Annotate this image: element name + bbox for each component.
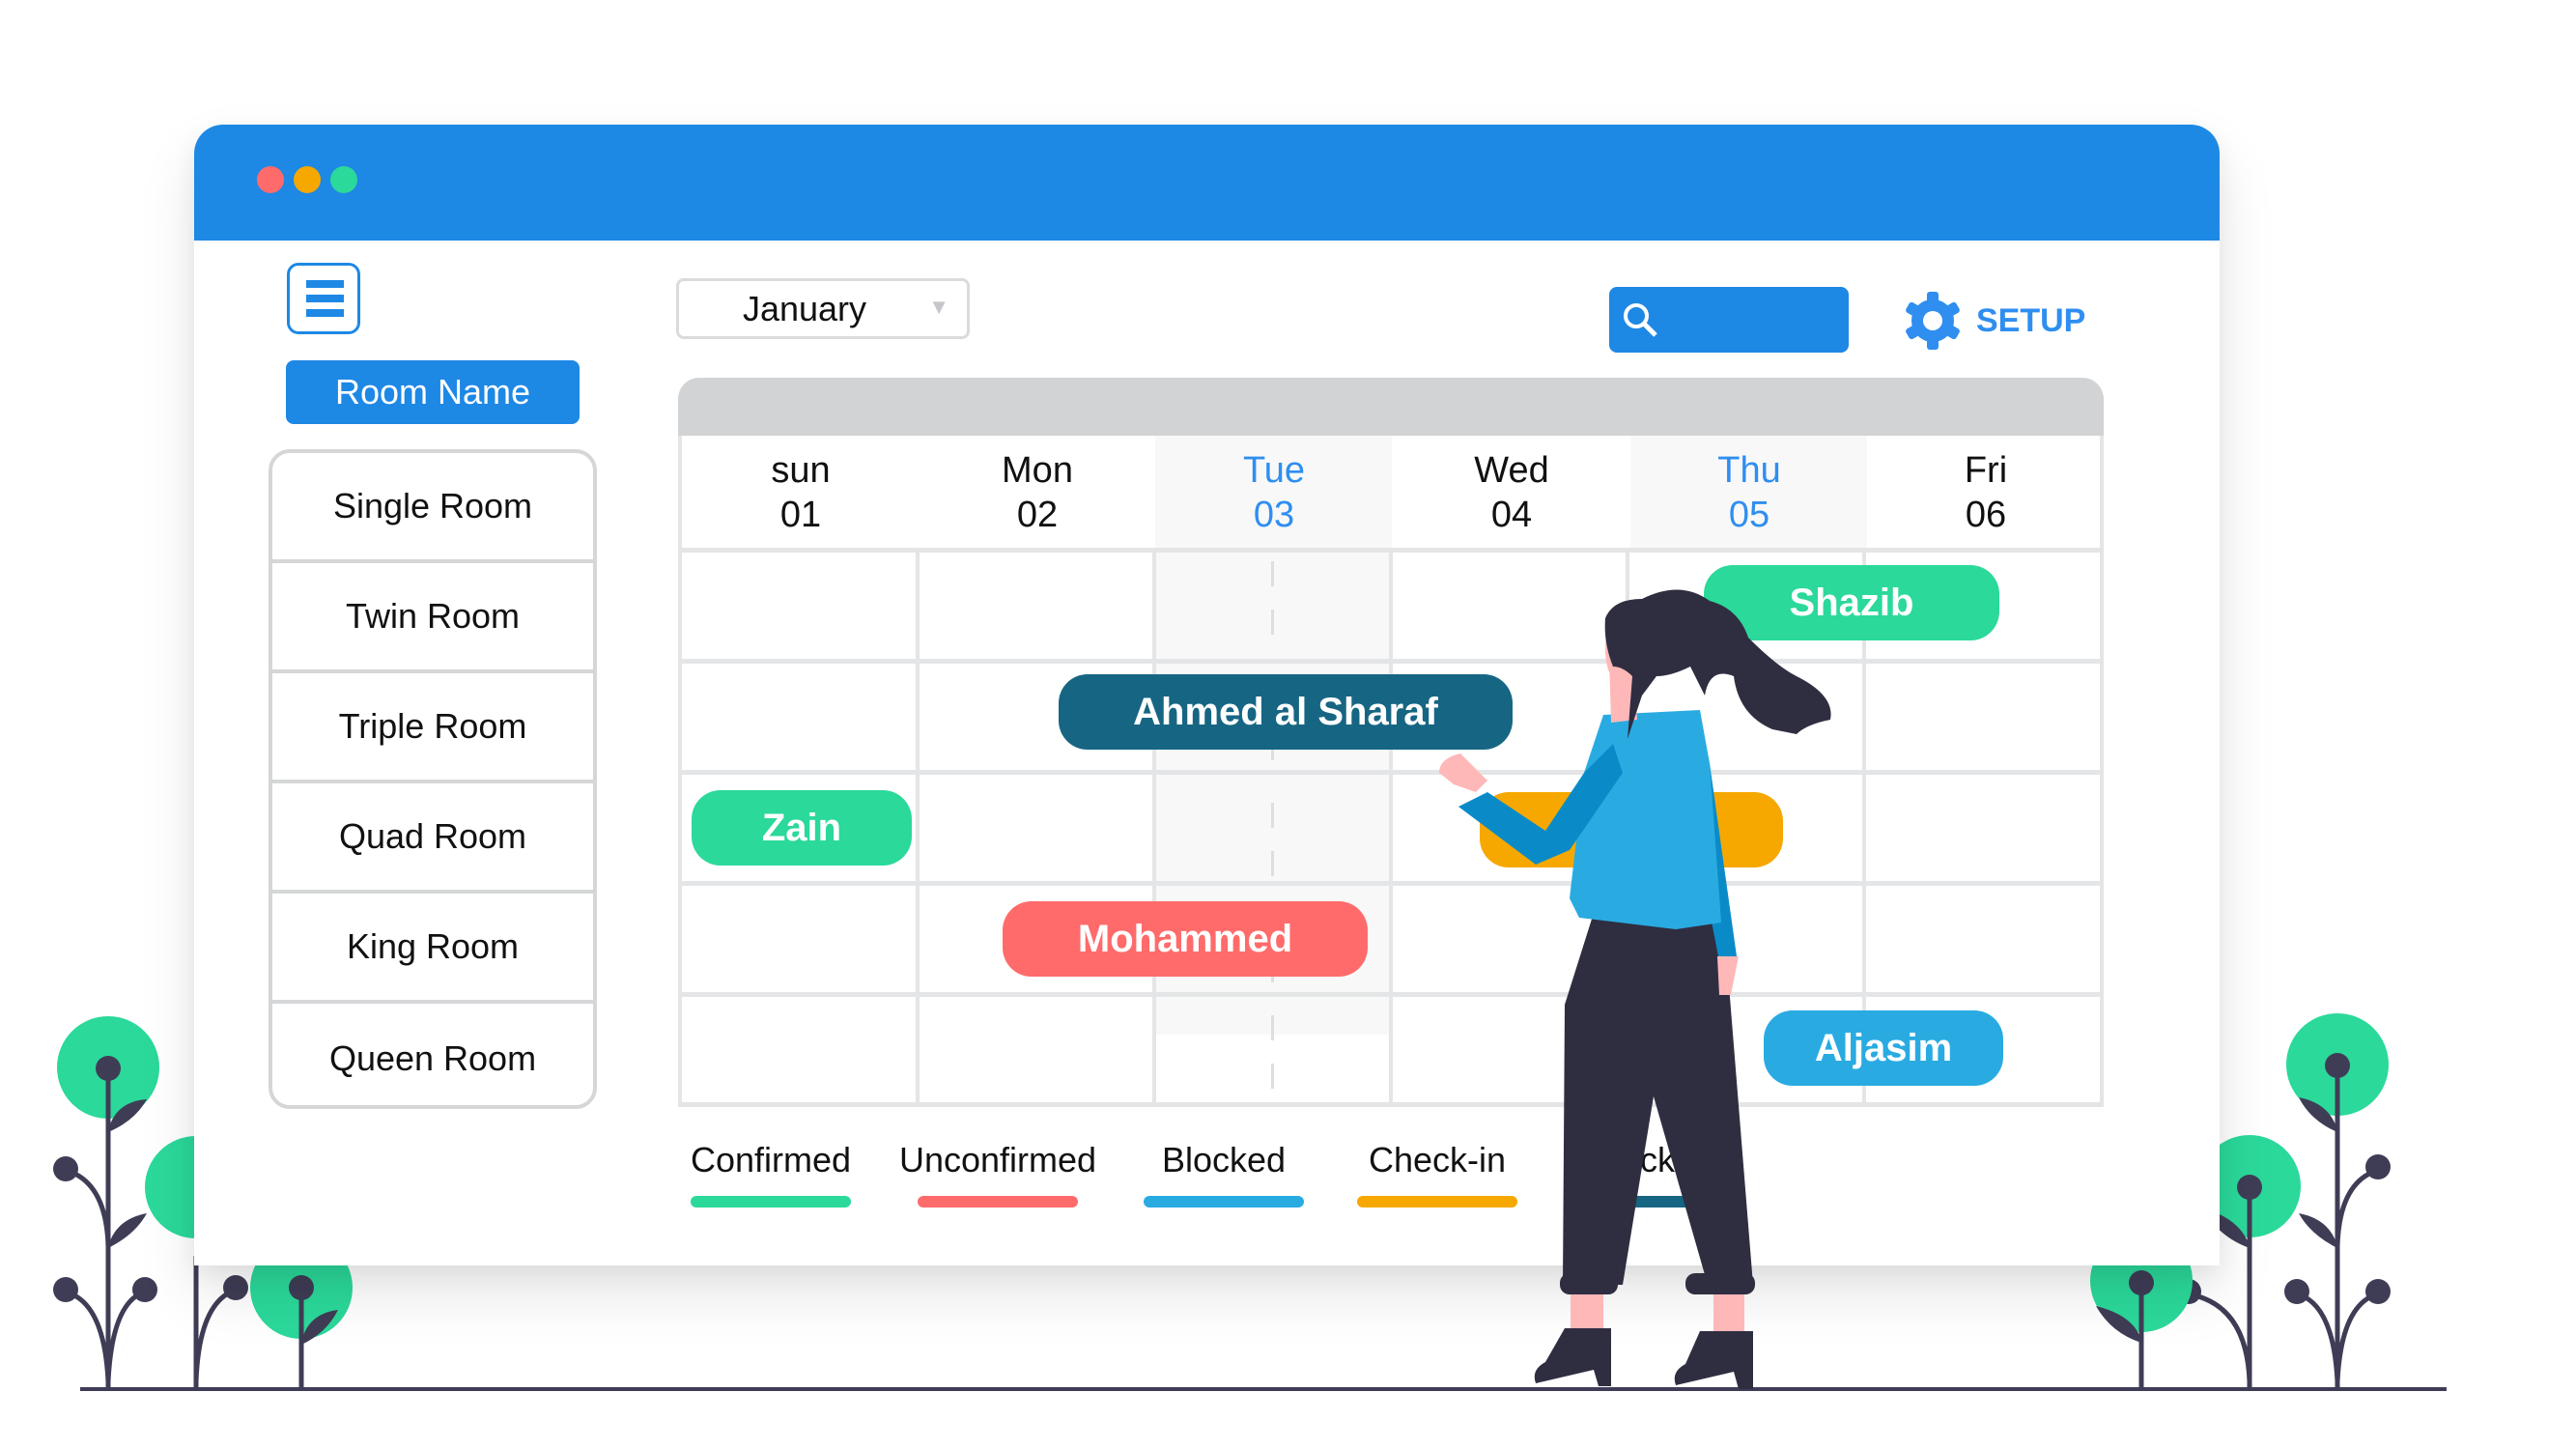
grid-line — [916, 552, 920, 1102]
search-input[interactable] — [1609, 287, 1849, 353]
day-name: Thu — [1717, 450, 1781, 491]
day-date: 05 — [1728, 495, 1770, 535]
caret-down-icon: ▼ — [928, 295, 949, 319]
day-header[interactable]: Fri 06 — [1868, 436, 2104, 550]
month-select[interactable]: January ▼ — [676, 278, 970, 339]
booking-pill[interactable] — [1480, 792, 1783, 867]
close-window-button[interactable] — [257, 166, 284, 193]
legend-item: Blocked — [1144, 1140, 1304, 1208]
grid-line — [1152, 552, 1156, 1102]
room-list: Single Room Twin Room Triple Room Quad R… — [269, 449, 597, 1109]
calendar-body: sun 01 Mon 02 Tue 03 Wed 04 Thu 05 Fri 0… — [678, 436, 2104, 1107]
legend-label: Blocked — [1161, 1140, 1287, 1179]
booking-pill[interactable]: Zain — [692, 790, 912, 866]
legend-swatch — [1144, 1196, 1304, 1208]
room-item[interactable]: Triple Room — [272, 673, 593, 783]
setup-button[interactable]: SETUP — [1903, 289, 2085, 353]
title-bar — [194, 125, 2220, 241]
calendar-top-bar — [678, 378, 2104, 436]
maximize-window-button[interactable] — [330, 166, 357, 193]
setup-label: SETUP — [1976, 301, 2086, 339]
day-header[interactable]: Tue 03 — [1155, 436, 1393, 550]
grid-line — [1389, 552, 1393, 1102]
today-marker — [1271, 1064, 1274, 1089]
day-name: sun — [771, 450, 831, 491]
room-item[interactable]: King Room — [272, 894, 593, 1004]
legend-item: Confirmed — [691, 1140, 851, 1208]
booking-pill[interactable]: Ahmed al Sharaf — [1059, 674, 1513, 750]
legend-item: Check-out — [1575, 1140, 1736, 1208]
legend-item: Check-in — [1357, 1140, 1517, 1208]
day-name: Fri — [1964, 450, 2008, 491]
legend-swatch — [1357, 1196, 1517, 1208]
today-marker — [1271, 1015, 1274, 1040]
day-name: Wed — [1474, 450, 1549, 491]
day-date: 06 — [1965, 495, 2007, 535]
room-item[interactable]: Twin Room — [272, 563, 593, 673]
day-name: Mon — [1002, 450, 1073, 491]
day-date: 03 — [1253, 495, 1295, 535]
ground-line — [80, 1387, 2447, 1391]
today-marker — [1271, 803, 1274, 828]
booking-calendar: sun 01 Mon 02 Tue 03 Wed 04 Thu 05 Fri 0… — [678, 378, 2104, 1107]
search-icon — [1624, 303, 1657, 337]
booking-pill[interactable]: Aljasim — [1764, 1010, 2003, 1086]
day-header[interactable]: Wed 04 — [1393, 436, 1630, 550]
room-name-button[interactable]: Room Name — [286, 360, 580, 424]
legend-swatch — [918, 1196, 1078, 1208]
gear-icon — [1906, 292, 1960, 350]
menu-button[interactable] — [287, 263, 360, 334]
day-date: 02 — [1016, 495, 1059, 535]
today-marker — [1271, 851, 1274, 876]
legend-label: Confirmed — [690, 1140, 852, 1179]
day-header[interactable]: Mon 02 — [920, 436, 1155, 550]
legend-item: Unconfirmed — [899, 1140, 1096, 1208]
month-select-value: January — [742, 288, 867, 328]
booking-pill[interactable]: Shazib — [1704, 565, 1999, 640]
day-name: Tue — [1242, 450, 1306, 491]
room-item[interactable]: Quad Room — [272, 783, 593, 894]
today-marker — [1271, 610, 1274, 635]
booking-pill[interactable]: Mohammed — [1003, 901, 1368, 977]
room-item[interactable]: Single Room — [272, 453, 593, 563]
legend-label: Check-in — [1368, 1140, 1507, 1179]
day-header[interactable]: sun 01 — [682, 436, 920, 550]
legend-label: Unconfirmed — [898, 1140, 1097, 1179]
legend-swatch — [1575, 1196, 1736, 1208]
minimize-window-button[interactable] — [294, 166, 321, 193]
room-item[interactable]: Queen Room — [272, 1004, 593, 1105]
legend-swatch — [691, 1196, 851, 1208]
day-date: 04 — [1490, 495, 1533, 535]
legend-label: Check-out — [1575, 1140, 1736, 1179]
day-date: 01 — [779, 495, 822, 535]
today-marker — [1271, 561, 1274, 586]
day-header[interactable]: Thu 05 — [1630, 436, 1868, 550]
app-window: Room Name Single Room Twin Room Triple R… — [194, 125, 2220, 1265]
